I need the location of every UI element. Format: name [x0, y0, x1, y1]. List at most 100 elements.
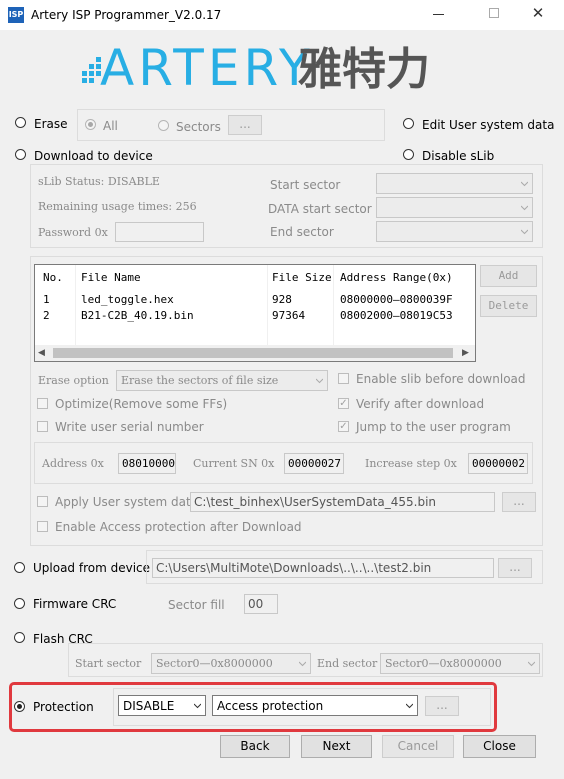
slib-remaining: Remaining usage times: 256 [38, 200, 197, 213]
apply-user-label: Apply User system data [55, 495, 199, 509]
erase-option-select[interactable]: Erase the sectors of file size [116, 370, 328, 391]
file-list[interactable]: No. File Name File Size Address Range(0x… [34, 264, 476, 362]
apply-user-path-input[interactable]: C:\test_binhex\UserSystemData_455.bin [190, 492, 495, 512]
edit-user-label: Edit User system data [422, 118, 555, 132]
table-row[interactable]: 1 led_toggle.hex 928 08000000—0800039F [35, 292, 475, 308]
serial-checkbox[interactable] [37, 421, 48, 432]
logo-text: ARTERY [100, 39, 314, 94]
upload-browse-button[interactable]: ... [498, 558, 532, 578]
verify-label: Verify after download [356, 397, 485, 411]
edit-user-radio[interactable] [403, 118, 414, 129]
col-file-size[interactable]: File Size [272, 271, 332, 284]
disable-slib-label: Disable sLib [422, 149, 495, 163]
window-title: Artery ISP Programmer_V2.0.17 [31, 8, 222, 22]
apply-user-checkbox[interactable] [37, 496, 48, 507]
enable-access-label: Enable Access protection after Download [55, 520, 302, 534]
slib-password-input[interactable] [115, 222, 204, 242]
cancel-button[interactable]: Cancel [382, 735, 454, 758]
col-no[interactable]: No. [43, 271, 63, 284]
maximize-icon[interactable] [489, 8, 499, 18]
cell-file-size: 97364 [272, 309, 306, 322]
horizontal-scrollbar[interactable]: ◀ ▶ [35, 345, 475, 361]
table-row[interactable]: 2 B21-C2B_40.19.bin 97364 08002000—08019… [35, 308, 475, 324]
erase-radio[interactable] [15, 117, 26, 128]
erase-sectors-label: Sectors [176, 120, 221, 134]
cell-no: 2 [43, 309, 50, 322]
enable-access-checkbox[interactable] [37, 521, 48, 532]
erase-sectors-button[interactable]: ... [228, 115, 262, 135]
current-sn-label: Current SN 0x [193, 457, 275, 470]
optimize-checkbox[interactable] [37, 398, 48, 409]
upload-radio[interactable] [14, 562, 25, 573]
end-sector-select[interactable] [376, 221, 533, 242]
download-label: Download to device [34, 149, 153, 163]
jump-checkbox[interactable]: ✓ [338, 421, 349, 432]
add-button[interactable]: Add [480, 265, 537, 287]
erase-sectors-radio[interactable] [158, 120, 169, 131]
logo-cn: 雅特力 [298, 44, 430, 94]
disable-slib-radio[interactable] [403, 149, 414, 160]
serial-address-input[interactable]: 08010000 [118, 453, 176, 474]
optimize-label: Optimize(Remove some FFs) [55, 397, 228, 411]
scroll-left-icon[interactable]: ◀ [38, 345, 50, 361]
col-file-name[interactable]: File Name [81, 271, 141, 284]
back-button[interactable]: Back [220, 735, 290, 758]
firmware-crc-label: Firmware CRC [33, 597, 117, 611]
enable-slib-checkbox[interactable] [338, 373, 349, 384]
erase-all-label: All [103, 119, 118, 133]
flash-start-select[interactable]: Sector0—0x8000000 [151, 653, 311, 674]
flash-start-label: Start sector [75, 657, 142, 670]
cell-file-size: 928 [272, 293, 292, 306]
cell-file-name: led_toggle.hex [81, 293, 174, 306]
sector-fill-input[interactable]: 00 [244, 594, 278, 614]
scroll-right-icon[interactable]: ▶ [462, 345, 474, 361]
increase-step-label: Increase step 0x [365, 457, 457, 470]
current-sn-input[interactable]: 00000027 [284, 453, 344, 474]
data-start-sector-select[interactable] [376, 197, 533, 218]
start-sector-label: Start sector [270, 178, 341, 192]
scroll-thumb[interactable] [53, 348, 453, 358]
data-start-sector-label: DATA start sector [268, 202, 372, 216]
next-button[interactable]: Next [301, 735, 372, 758]
slib-password-label: Password 0x [38, 226, 108, 239]
flash-end-select[interactable]: Sector0—0x8000000 [380, 653, 540, 674]
apply-user-browse-button[interactable]: ... [502, 492, 536, 512]
protection-radio[interactable] [14, 701, 25, 712]
erase-label: Erase [34, 117, 68, 131]
protection-type-select[interactable]: Access protection [212, 695, 418, 716]
upload-label: Upload from device [33, 561, 151, 575]
minimize-icon[interactable] [433, 14, 444, 15]
erase-all-radio[interactable] [85, 119, 96, 130]
close-button[interactable]: Close [463, 735, 536, 758]
artery-logo: ARTERY 雅特力 [80, 36, 480, 97]
serial-label: Write user serial number [55, 420, 204, 434]
erase-option-label: Erase option [38, 374, 109, 387]
protection-label: Protection [33, 700, 94, 714]
cell-address: 08000000—0800039F [340, 293, 453, 306]
slib-status: sLib Status: DISABLE [38, 175, 160, 188]
start-sector-select[interactable] [376, 173, 533, 194]
sector-fill-label: Sector fill [168, 598, 225, 612]
title-bar: ISP Artery ISP Programmer_V2.0.17 ✕ [0, 0, 564, 30]
flash-crc-radio[interactable] [14, 632, 25, 643]
delete-button[interactable]: Delete [480, 295, 537, 317]
download-radio[interactable] [15, 149, 26, 160]
flash-end-label: End sector [317, 657, 378, 670]
close-icon[interactable]: ✕ [530, 3, 546, 23]
cell-no: 1 [43, 293, 50, 306]
serial-address-label: Address 0x [42, 457, 104, 470]
file-list-header: No. File Name File Size Address Range(0x… [35, 265, 475, 345]
cell-address: 08002000—08019C53 [340, 309, 453, 322]
increase-step-input[interactable]: 00000002 [468, 453, 528, 474]
col-address[interactable]: Address Range(0x) [340, 271, 453, 284]
cell-file-name: B21-C2B_40.19.bin [81, 309, 194, 322]
protection-more-button[interactable]: ... [425, 696, 459, 716]
upload-path-input[interactable]: C:\Users\MultiMote\Downloads\..\..\..\te… [152, 558, 494, 578]
app-icon: ISP [8, 7, 24, 23]
jump-label: Jump to the user program [356, 420, 511, 434]
verify-checkbox[interactable]: ✓ [338, 398, 349, 409]
enable-slib-label: Enable slib before download [356, 372, 526, 386]
firmware-crc-radio[interactable] [14, 598, 25, 609]
protection-mode-select[interactable]: DISABLE [118, 695, 206, 716]
end-sector-label: End sector [270, 225, 334, 239]
